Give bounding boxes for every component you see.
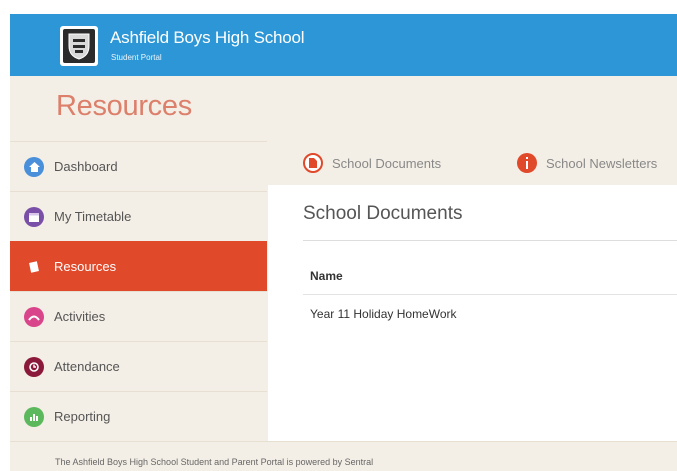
divider	[303, 240, 677, 241]
sidebar-item-activities[interactable]: Activities	[10, 291, 267, 341]
section-title: School Documents	[303, 203, 463, 224]
tab-bar: School Documents School Newsletters	[268, 141, 677, 185]
newsletter-icon	[517, 153, 537, 173]
sidebar-item-attendance[interactable]: Attendance	[10, 341, 267, 391]
calendar-icon	[24, 206, 44, 227]
footer-text: The Ashfield Boys High School Student an…	[55, 457, 374, 467]
divider	[303, 294, 677, 295]
document-icon	[303, 153, 323, 173]
tab-school-documents[interactable]: School Documents	[303, 151, 441, 175]
table-header-name: Name	[310, 269, 343, 283]
dashboard-icon	[24, 156, 44, 177]
tab-school-newsletters[interactable]: School Newsletters	[517, 151, 657, 175]
activities-icon	[24, 306, 44, 327]
sidebar-item-label: Activities	[54, 309, 106, 324]
sidebar-item-resources[interactable]: Resources	[10, 241, 267, 291]
table-row[interactable]: Year 11 Holiday HomeWork	[310, 307, 457, 321]
sidebar-item-label: Reporting	[54, 409, 111, 424]
tab-label: School Newsletters	[546, 155, 658, 171]
attendance-icon	[24, 356, 44, 377]
sidebar-item-label: Resources	[54, 259, 117, 274]
main-content: School Documents School Newsletters Scho…	[268, 141, 677, 441]
portal-name: Student Portal	[111, 53, 162, 62]
tab-label: School Documents	[332, 155, 442, 171]
sidebar-item-label: Attendance	[54, 359, 120, 374]
school-crest-icon[interactable]	[60, 26, 98, 66]
school-name: Ashfield Boys High School	[110, 28, 305, 47]
sidebar-item-reporting[interactable]: Reporting	[10, 391, 267, 441]
app-frame: Ashfield Boys High School Student Portal…	[10, 0, 677, 471]
sidebar-item-label: My Timetable	[54, 209, 132, 224]
header-bar: Ashfield Boys High School Student Portal	[10, 14, 677, 76]
sidebar: Dashboard My Timetable Resources Activit…	[10, 141, 267, 441]
sidebar-item-label: Dashboard	[54, 159, 118, 174]
reporting-icon	[24, 406, 44, 427]
resources-icon	[24, 257, 44, 277]
top-strip	[10, 0, 677, 14]
sidebar-item-dashboard[interactable]: Dashboard	[10, 141, 267, 191]
sidebar-item-my-timetable[interactable]: My Timetable	[10, 191, 267, 241]
page-title: Resources	[56, 90, 192, 122]
footer: The Ashfield Boys High School Student an…	[10, 441, 677, 471]
